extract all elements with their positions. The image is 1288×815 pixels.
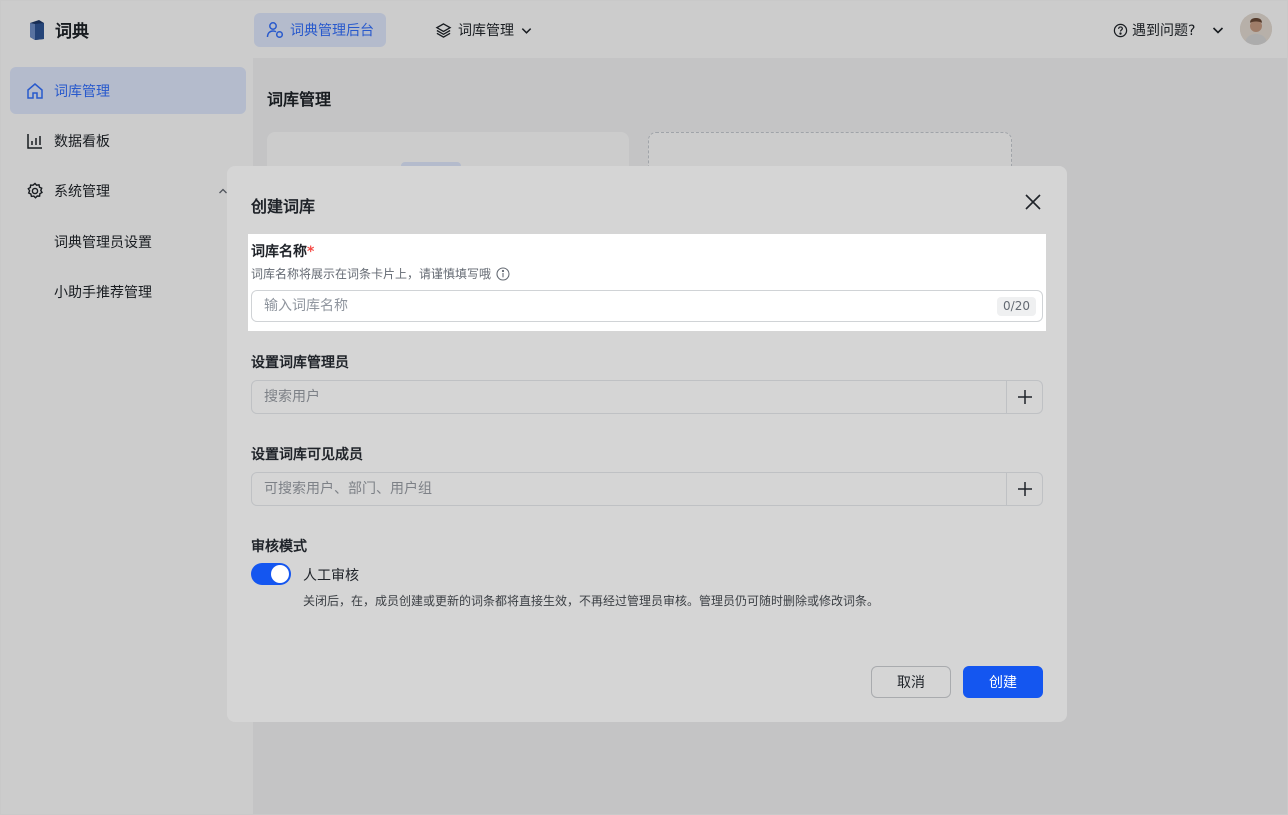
char-counter: 0/20 <box>997 297 1036 316</box>
library-name-field: 0/20 <box>251 290 1043 322</box>
required-mark: * <box>307 244 315 260</box>
dialog-title: 创建词库 <box>251 197 316 216</box>
create-library-dialog: 创建词库 词库名称* 词库名称将展示在词条卡片上，请谨慎填写哦 0/20 <box>227 166 1067 722</box>
review-mode-label: 审核模式 <box>251 539 307 555</box>
library-name-label-text: 词库名称 <box>251 244 307 260</box>
members-search-input[interactable] <box>252 473 1006 505</box>
create-button[interactable]: 创建 <box>963 666 1043 698</box>
add-member-button[interactable] <box>1006 473 1042 505</box>
cancel-button[interactable]: 取消 <box>871 666 951 698</box>
library-name-hint: 词库名称将展示在词条卡片上，请谨慎填写哦 <box>251 265 510 282</box>
manual-review-toggle[interactable] <box>251 563 291 585</box>
manual-review-description: 关闭后，在，成员创建或更新的词条都将直接生效，不再经过管理员审核。管理员仍可随时… <box>303 594 880 608</box>
library-name-input[interactable] <box>252 291 982 321</box>
close-icon[interactable] <box>1023 192 1043 212</box>
library-name-section: 词库名称* 词库名称将展示在词条卡片上，请谨慎填写哦 0/20 <box>248 234 1046 331</box>
toggle-knob <box>271 565 289 583</box>
library-members-label: 设置词库可见成员 <box>251 447 363 463</box>
plus-icon <box>1017 482 1032 496</box>
plus-icon <box>1017 390 1032 404</box>
app-window: 词典 词典管理后台 词库管理 遇到问题? 词库管理 数据看板 系统管理 词典管理… <box>0 0 1288 815</box>
admin-search-input[interactable] <box>252 381 1006 413</box>
info-icon[interactable] <box>496 266 510 281</box>
library-members-field <box>251 472 1043 506</box>
library-admin-field <box>251 380 1043 414</box>
add-admin-button[interactable] <box>1006 381 1042 413</box>
library-name-label: 词库名称* <box>251 241 314 261</box>
library-admin-label: 设置词库管理员 <box>251 355 349 371</box>
library-name-hint-text: 词库名称将展示在词条卡片上，请谨慎填写哦 <box>251 267 492 281</box>
manual-review-label: 人工审核 <box>303 568 359 584</box>
